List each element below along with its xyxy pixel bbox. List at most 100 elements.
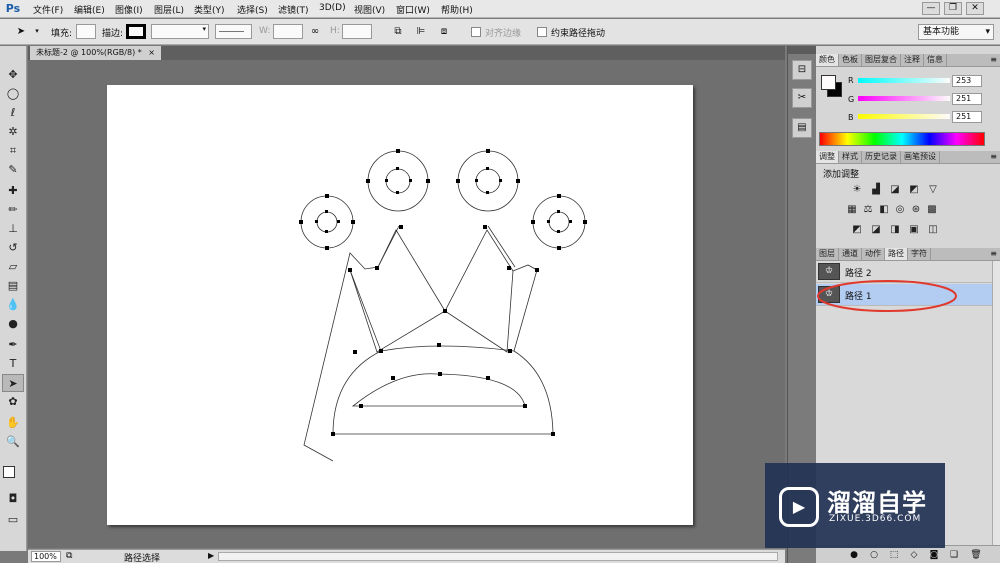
tab-layers[interactable]: 图层 <box>816 248 839 260</box>
tab-info[interactable]: 信息 <box>924 54 947 66</box>
panel-menu-icon[interactable]: ≡ <box>990 248 997 260</box>
tab-adjustments[interactable]: 调整 <box>816 151 839 163</box>
close-tab-icon[interactable]: × <box>148 48 155 57</box>
tab-styles[interactable]: 样式 <box>839 151 862 163</box>
history-panel-icon[interactable]: ⊟ <box>792 60 812 80</box>
color-lookup-icon[interactable]: ▩ <box>925 204 939 216</box>
marquee-tool-icon[interactable]: ◯ <box>2 85 24 103</box>
restore-button[interactable]: ❐ <box>944 2 962 15</box>
crop-tool-icon[interactable]: ⌗ <box>2 142 24 160</box>
path-selection-tool-icon[interactable]: ➤ <box>14 25 28 38</box>
panel-menu-icon[interactable]: ≡ <box>990 54 997 66</box>
constrain-path-checkbox[interactable] <box>537 27 547 37</box>
pen-tool-icon[interactable]: ✒ <box>2 336 24 354</box>
gradient-tool-icon[interactable]: ▤ <box>2 277 24 295</box>
tab-layer-comps[interactable]: 图层复合 <box>862 54 901 66</box>
make-work-path-icon[interactable]: ◇ <box>908 549 920 561</box>
path-operations-icon[interactable]: ⧉ <box>391 25 405 38</box>
fill-path-icon[interactable]: ● <box>848 549 860 561</box>
paths-scrollbar[interactable] <box>992 261 1000 545</box>
export-icon[interactable]: ⧉ <box>66 551 72 561</box>
tab-swatches[interactable]: 色板 <box>839 54 862 66</box>
menu-layer[interactable]: 图层(L) <box>154 3 184 16</box>
tab-history[interactable]: 历史记录 <box>862 151 901 163</box>
path-as-selection-icon[interactable]: ⬚ <box>888 549 900 561</box>
clone-stamp-tool-icon[interactable]: ⊥ <box>2 220 24 238</box>
stroke-width-field[interactable]: ▾ <box>151 24 209 39</box>
menu-type[interactable]: 类型(Y) <box>194 3 225 16</box>
history-brush-tool-icon[interactable]: ↺ <box>2 239 24 257</box>
menu-file[interactable]: 文件(F) <box>33 3 63 16</box>
tab-notes[interactable]: 注释 <box>901 54 924 66</box>
status-menu-arrow-icon[interactable]: ▶ <box>208 551 214 560</box>
blue-value[interactable]: 251 <box>952 111 982 123</box>
tool-preset-dropdown-icon[interactable]: ▾ <box>30 25 44 38</box>
zoom-tool-icon[interactable]: 🔍 <box>2 433 24 451</box>
color-spectrum-bar[interactable] <box>819 132 985 146</box>
move-tool-icon[interactable]: ✥ <box>2 66 24 84</box>
color-balance-icon[interactable]: ⚖ <box>861 204 875 216</box>
screen-mode-icon[interactable]: ▭ <box>2 511 24 529</box>
horizontal-scrollbar[interactable] <box>218 552 778 561</box>
menu-select[interactable]: 选择(S) <box>237 3 268 16</box>
posterize-icon[interactable]: ◪ <box>869 224 883 236</box>
document-canvas[interactable] <box>107 85 693 525</box>
foreground-color-swatch[interactable] <box>3 466 15 478</box>
menu-3d[interactable]: 3D(D) <box>319 3 346 13</box>
panel-menu-icon[interactable]: ≡ <box>990 151 997 163</box>
menu-help[interactable]: 帮助(H) <box>441 3 473 16</box>
fill-swatch[interactable] <box>76 24 96 39</box>
height-field[interactable] <box>342 24 372 39</box>
type-tool-icon[interactable]: T <box>2 355 24 373</box>
channel-mixer-icon[interactable]: ⊛ <box>909 204 923 216</box>
brightness-contrast-icon[interactable]: ☀ <box>850 184 864 196</box>
quick-mask-icon[interactable]: ◘ <box>2 490 24 508</box>
vibrance-icon[interactable]: ▽ <box>926 184 940 196</box>
quick-selection-tool-icon[interactable]: ✲ <box>2 123 24 141</box>
path-alignment-icon[interactable]: ⊫ <box>414 25 428 38</box>
width-field[interactable] <box>273 24 303 39</box>
curves-icon[interactable]: ◪ <box>888 184 902 196</box>
tab-paths[interactable]: 路径 <box>885 248 908 260</box>
hand-tool-icon[interactable]: ✋ <box>2 414 24 432</box>
menu-image[interactable]: 图像(I) <box>115 3 143 16</box>
stroke-path-icon[interactable]: ○ <box>868 549 880 561</box>
path-arrangement-icon[interactable]: ⧈ <box>437 25 451 38</box>
shape-tool-icon[interactable]: ✿ <box>2 393 24 411</box>
invert-icon[interactable]: ◩ <box>850 224 864 236</box>
foreground-swatch[interactable] <box>821 75 836 90</box>
lasso-tool-icon[interactable]: ℓ <box>2 104 24 122</box>
blue-slider[interactable] <box>858 114 950 119</box>
tab-character[interactable]: 字符 <box>908 248 931 260</box>
brush-panel-icon[interactable]: ✂ <box>792 88 812 108</box>
menu-filter[interactable]: 滤镜(T) <box>278 3 309 16</box>
path-selection-tool-icon[interactable]: ➤ <box>2 374 24 392</box>
tab-channels[interactable]: 通道 <box>839 248 862 260</box>
threshold-icon[interactable]: ◨ <box>888 224 902 236</box>
align-edges-checkbox[interactable] <box>471 27 481 37</box>
close-button[interactable]: ✕ <box>966 2 984 15</box>
minimize-button[interactable]: — <box>922 2 940 15</box>
blur-tool-icon[interactable]: 💧 <box>2 296 24 314</box>
green-value[interactable]: 251 <box>952 93 982 105</box>
link-icon[interactable]: ∞ <box>308 25 322 38</box>
dodge-tool-icon[interactable]: ● <box>2 315 24 333</box>
menu-edit[interactable]: 编辑(E) <box>74 3 105 16</box>
hue-saturation-icon[interactable]: ▦ <box>845 204 859 216</box>
stroke-swatch[interactable] <box>126 24 146 39</box>
menu-view[interactable]: 视图(V) <box>354 3 385 16</box>
exposure-icon[interactable]: ◩ <box>907 184 921 196</box>
new-path-icon[interactable]: ❑ <box>948 549 960 561</box>
selective-color-icon[interactable]: ▣ <box>907 224 921 236</box>
trash-icon[interactable]: 🗑 <box>970 549 982 561</box>
tab-color[interactable]: 颜色 <box>816 54 839 66</box>
workspace-select[interactable]: 基本功能 ▾ <box>918 24 994 40</box>
tab-actions[interactable]: 动作 <box>862 248 885 260</box>
gradient-map-icon[interactable]: ◫ <box>926 224 940 236</box>
photo-filter-icon[interactable]: ◎ <box>893 204 907 216</box>
zoom-level-field[interactable]: 100% <box>31 551 61 562</box>
levels-icon[interactable]: ▟ <box>869 184 883 196</box>
red-slider[interactable] <box>858 78 950 83</box>
add-mask-icon[interactable]: ◙ <box>928 549 940 561</box>
menu-window[interactable]: 窗口(W) <box>396 3 430 16</box>
